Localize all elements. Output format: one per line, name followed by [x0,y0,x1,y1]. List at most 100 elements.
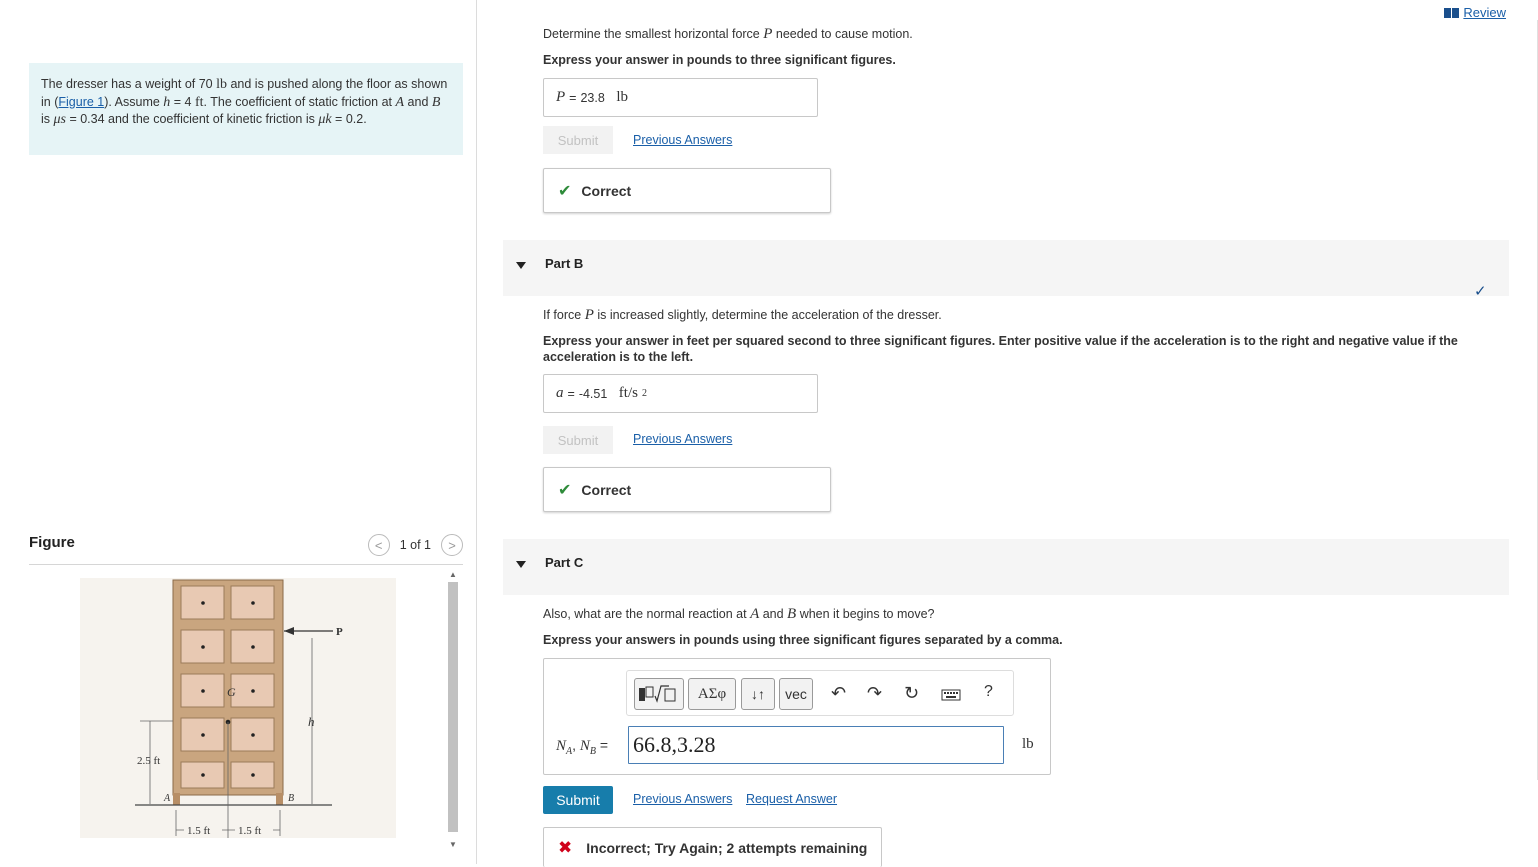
na-symbol: N [556,738,567,754]
vec-button[interactable]: vec [779,678,813,710]
redo-icon[interactable]: ↷ [867,683,882,704]
math-editor: ΑΣφ ↓↑ vec ↶ ↷ ↻ ? NA, NB = 66.8,3.28 lb [543,658,1051,775]
scroll-up-icon[interactable]: ▲ [449,570,457,579]
keyboard-icon[interactable] [941,686,961,707]
left-foot [173,793,180,805]
problem-text: = 0.34 and the coefficient of kinetic fr… [65,112,319,126]
right-foot [276,793,283,805]
x-icon: ✖ [558,837,573,857]
a-symbol: A [395,94,405,110]
part-c-instruction: Express your answers in pounds using thr… [543,633,1063,647]
problem-text: = 4 [170,94,195,109]
undo-icon[interactable]: ↶ [831,683,846,704]
p-symbol: P [584,307,594,323]
page-indicator: 1 of 1 [399,538,431,552]
question-text: Determine the smallest horizontal force [543,27,764,41]
answer-variable: P [556,89,566,105]
part-b-title: Part B [545,256,584,271]
column-divider [476,0,477,864]
part-a-answer: P = 23.8 lb [543,78,818,117]
help-icon[interactable]: ? [984,683,993,701]
math-toolbar: ΑΣφ ↓↑ vec ↶ ↷ ↻ ? [626,670,1014,716]
label-1-5ft-right: 1.5 ft [238,825,261,837]
question-text: is increased slightly, determine the acc… [593,308,942,322]
question-text: when it begins to move? [796,607,935,621]
b-symbol: B [431,94,441,110]
answer-value: 23.8 [580,90,605,105]
book-icon [1444,7,1460,18]
dresser-figure: G P h 2.5 ft A B 1.5 ft 1.5 ft [80,578,396,838]
review-link[interactable]: Review [1444,5,1506,20]
problem-text: . The coefficient of static friction at [203,94,396,109]
chevron-left-icon: < [374,537,383,553]
figure-link[interactable]: Figure 1 [58,95,104,109]
label-1-5ft-left: 1.5 ft [187,825,210,837]
feedback-text: Incorrect; Try Again; 2 attempts remaini… [586,839,868,856]
part-c-feedback: ✖ Incorrect; Try Again; 2 attempts remai… [543,827,882,867]
part-c-submit-button[interactable]: Submit [543,786,613,814]
label-g: G [227,685,236,699]
answer-variable: a [556,385,564,401]
part-c-header[interactable]: Part C [503,539,1509,595]
arrows-button[interactable]: ↓↑ [741,678,775,710]
label-equals: = [596,737,609,753]
part-c-previous-answers-link[interactable]: Previous Answers [633,792,732,806]
question-text: needed to cause motion. [772,27,913,41]
prev-figure-button[interactable]: < [367,534,390,556]
a-symbol: A [750,606,760,622]
part-b-instruction: Express your answer in feet per squared … [543,334,1458,364]
normal-reactions-input[interactable]: 66.8,3.28 [628,726,1004,764]
feedback-text: Correct [581,481,632,498]
part-a-feedback: ✔ Correct [543,168,831,213]
figure-title: Figure [29,534,75,551]
unit-label: lb [1022,736,1034,752]
feedback-text: Correct [581,182,632,199]
review-label: Review [1463,5,1506,20]
part-b-header[interactable]: Part B [503,240,1509,296]
part-b-previous-answers-link[interactable]: Previous Answers [633,432,732,446]
part-b-feedback: ✔ Correct [543,467,831,512]
answer-unit: ft/s [618,385,638,401]
label-separator: , [572,737,580,753]
part-b-submit-button[interactable]: Submit [543,426,613,454]
label-b: B [288,793,294,804]
reset-icon[interactable]: ↻ [904,683,919,704]
label-2-5ft: 2.5 ft [137,755,160,767]
part-c-title: Part C [545,555,584,570]
problem-text: = 0.2. [331,112,367,126]
figure-header: Figure < 1 of 1 > [29,530,463,565]
math-input-label: NA, NB = [556,737,608,757]
collapse-triangle-icon [516,262,526,269]
templates-button[interactable] [634,678,684,710]
label-a: A [163,793,171,804]
figure-scrollbar[interactable]: ▲ ▼ [445,568,461,854]
label-h: h [308,714,315,729]
part-c-question: Also, what are the normal reaction at A … [543,606,935,623]
problem-text: is [41,112,54,126]
part-a-instruction: Express your answer in pounds to three s… [543,53,896,67]
answer-unit: lb [616,89,628,105]
templates-icon [639,685,676,703]
part-b-question: If force P is increased slightly, determ… [543,307,942,324]
part-b-complete-check-icon: ✓ [1474,283,1487,300]
part-a-submit-button[interactable]: Submit [543,126,613,154]
answer-value: -4.51 [578,386,608,401]
scroll-thumb[interactable] [448,582,458,832]
part-a-previous-answers-link[interactable]: Previous Answers [633,133,732,147]
greek-symbols-button[interactable]: ΑΣφ [688,678,736,710]
request-answer-link[interactable]: Request Answer [746,792,837,806]
scroll-down-icon[interactable]: ▼ [449,840,457,849]
answer-unit-exponent: 2 [641,388,647,399]
force-p-arrowhead [284,627,294,635]
next-figure-button[interactable]: > [441,534,463,556]
answer-equals: = [567,386,575,401]
question-text: and [759,607,788,621]
mu-k-symbol: μk [318,112,332,127]
part-b-answer: a = -4.51 ft/s 2 [543,374,818,413]
problem-text: ). Assume [104,94,164,109]
nb-symbol: N [579,738,590,754]
mu-s-symbol: μs [53,112,66,127]
weight-unit: lb [216,77,227,92]
label-p: P [336,626,343,638]
collapse-triangle-icon [516,561,526,568]
